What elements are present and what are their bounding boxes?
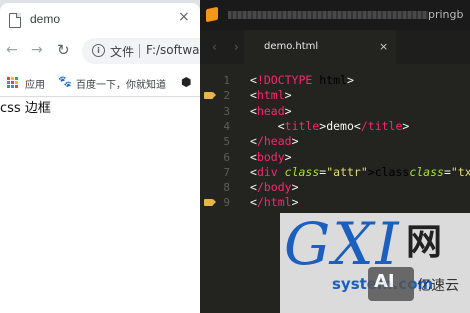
page-content-text: css 边框: [0, 101, 51, 116]
bookmarks-bar: 应用 🐾 百度一下，你就知道 ⬢: [0, 72, 200, 97]
tab-close-icon[interactable]: ×: [178, 9, 190, 25]
code-line[interactable]: </html>: [250, 195, 299, 210]
line-number: 8: [223, 181, 230, 195]
line-number: 4: [223, 119, 230, 133]
back-arrow-icon[interactable]: ←: [6, 42, 18, 58]
apps-grid-icon[interactable]: [7, 77, 18, 88]
document-icon: [9, 13, 21, 28]
bookmark-icon[interactable]: [204, 92, 216, 100]
info-icon[interactable]: i: [92, 44, 105, 57]
url-text[interactable]: F:/softwa: [146, 43, 200, 57]
watermark-badge: AI: [368, 267, 414, 301]
code-line[interactable]: </head>: [250, 134, 299, 149]
editor-titlebar: pringb: [200, 0, 470, 30]
watermark-big-text: GXI: [284, 210, 401, 278]
scheme-label: 文件: [110, 45, 135, 59]
window-title: pringb: [428, 8, 464, 21]
editor-tab-bar: ‹ › demo.html ×: [200, 30, 470, 64]
code-line[interactable]: </body>: [250, 180, 299, 195]
editor-tab-demo-html[interactable]: demo.html ×: [244, 30, 396, 64]
watermark-net-text: 网: [406, 222, 443, 263]
tab-demo[interactable]: demo ×: [0, 3, 200, 38]
reload-icon[interactable]: ↻: [57, 41, 70, 59]
blurred-title: [228, 11, 428, 19]
editor-tab-close-icon[interactable]: ×: [379, 40, 388, 53]
baidu-paw-icon[interactable]: 🐾: [58, 75, 72, 88]
watermark-badge-text: AI: [374, 271, 395, 292]
bookmark-icon[interactable]: [204, 199, 216, 207]
address-bar[interactable]: i 文件 F:/softwa: [82, 38, 200, 64]
code-line[interactable]: <!DOCTYPE html>: [250, 73, 354, 88]
sublime-text-icon: [206, 6, 218, 23]
bookmark-apps[interactable]: 应用: [25, 76, 45, 91]
browser-toolbar: ← → ↻ i 文件 F:/softwa: [0, 38, 200, 64]
code-line[interactable]: <div class="attr">classclass="txt">=clas…: [250, 165, 470, 180]
line-number: 1: [223, 74, 230, 87]
watermark-logo: GXI 网 system.com AI 亿速云: [280, 213, 470, 313]
code-line[interactable]: <body>: [250, 150, 292, 165]
tab-left-arrow-icon[interactable]: ‹: [212, 40, 217, 54]
watermark-cloud-text: 亿速云: [417, 278, 459, 294]
line-number: 7: [223, 165, 230, 179]
editor-tab-name: demo.html: [264, 41, 319, 52]
tab-strip: demo ×: [0, 0, 200, 38]
cube-icon[interactable]: ⬢: [181, 75, 191, 89]
code-line[interactable]: <title>demo</title>: [250, 119, 410, 134]
line-number: 6: [223, 150, 230, 164]
browser-window: demo × ← → ↻ i 文件 F:/softwa 应用 🐾 百度一下，你就…: [0, 0, 201, 313]
forward-arrow-icon[interactable]: →: [31, 42, 43, 58]
code-line[interactable]: <head>: [250, 104, 292, 119]
code-line[interactable]: <html>: [250, 88, 292, 103]
tab-title: demo: [30, 12, 61, 26]
bookmark-baidu[interactable]: 百度一下，你就知道: [76, 76, 166, 91]
line-number: 5: [223, 135, 230, 149]
line-number: 3: [223, 104, 230, 118]
tab-right-arrow-icon[interactable]: ›: [234, 40, 239, 54]
omnibox-divider: [139, 44, 140, 58]
